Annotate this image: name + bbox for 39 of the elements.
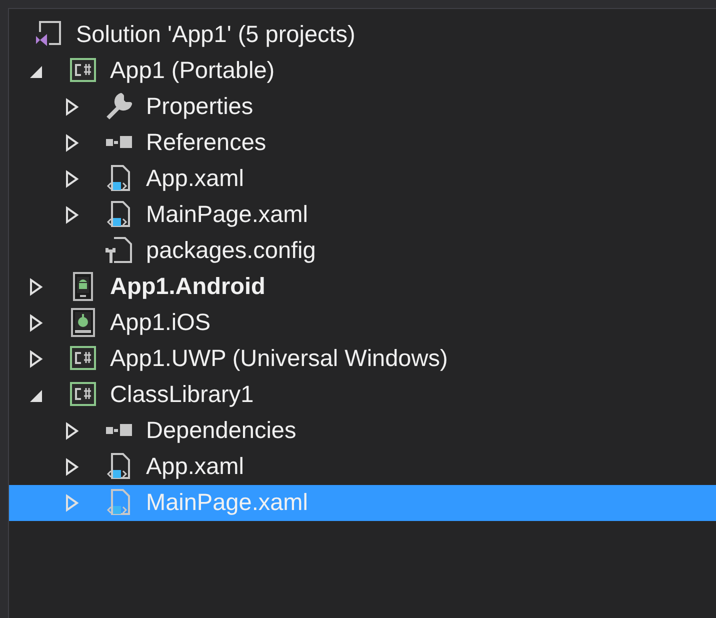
expand-arrow-icon[interactable] <box>65 98 79 116</box>
tree-item[interactable]: App1.Android <box>9 269 716 305</box>
tree-item[interactable]: MainPage.xaml <box>9 197 716 233</box>
item-label: App1 (Portable) <box>109 56 275 86</box>
item-label: App1.iOS <box>109 308 211 338</box>
item-label: Solution 'App1' (5 projects) <box>75 20 356 50</box>
item-label: App1.Android <box>109 272 266 302</box>
tree-item[interactable]: App1.UWP (Universal Windows) <box>9 341 716 377</box>
item-label: References <box>145 128 266 158</box>
expand-arrow-icon[interactable] <box>29 278 43 296</box>
item-label: App.xaml <box>145 164 244 194</box>
tree-item[interactable]: Dependencies <box>9 413 716 449</box>
tree-item[interactable]: References <box>9 125 716 161</box>
expand-arrow-icon[interactable] <box>65 422 79 440</box>
tree-item[interactable]: App.xaml <box>9 161 716 197</box>
tree-item[interactable]: Solution 'App1' (5 projects) <box>9 17 716 53</box>
expand-arrow-icon[interactable] <box>65 170 79 188</box>
expand-arrow-icon[interactable] <box>29 314 43 332</box>
config-file-icon <box>104 236 134 266</box>
tree-item[interactable]: App1.iOS <box>9 305 716 341</box>
expand-arrow-icon[interactable] <box>29 350 43 368</box>
expand-arrow-icon[interactable] <box>65 134 79 152</box>
tree-item[interactable]: packages.config <box>9 233 716 269</box>
item-label: ClassLibrary1 <box>109 380 254 410</box>
tree-item[interactable]: ClassLibrary1 <box>9 377 716 413</box>
item-label: MainPage.xaml <box>145 200 308 230</box>
tablet-icon <box>68 308 98 338</box>
wrench-icon <box>104 92 134 122</box>
item-label: Dependencies <box>145 416 296 446</box>
tree-item[interactable]: Properties <box>9 89 716 125</box>
tree-item[interactable]: App.xaml <box>9 449 716 485</box>
tree-item[interactable]: App1 (Portable) <box>9 53 716 89</box>
item-label: App.xaml <box>145 452 244 482</box>
item-label: MainPage.xaml <box>145 488 308 518</box>
item-label: App1.UWP (Universal Windows) <box>109 344 448 374</box>
expand-arrow-icon[interactable] <box>65 458 79 476</box>
item-label: packages.config <box>145 236 316 266</box>
expand-arrow-icon[interactable] <box>65 206 79 224</box>
item-label: Properties <box>145 92 254 122</box>
